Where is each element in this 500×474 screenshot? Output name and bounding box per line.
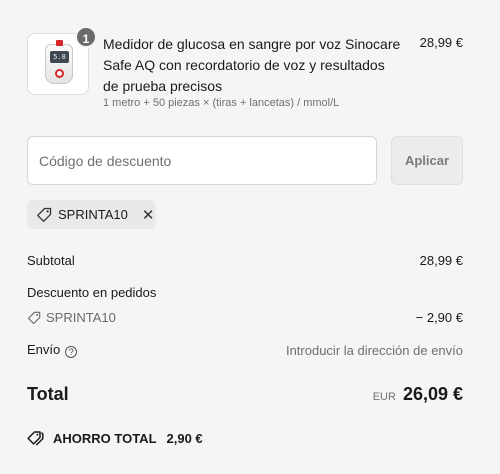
discount-code-label: SPRINTA10 bbox=[46, 310, 116, 325]
discount-code-input[interactable] bbox=[27, 136, 377, 185]
tag-icon bbox=[37, 207, 52, 222]
shipping-value: Introducir la dirección de envío bbox=[285, 342, 463, 358]
savings-value: 2,90 € bbox=[166, 430, 203, 446]
subtotal-row: Subtotal 28,99 € bbox=[27, 253, 463, 268]
discount-value: − 2,90 € bbox=[415, 310, 463, 325]
savings-label: AHORRO TOTAL bbox=[53, 430, 157, 446]
product-title: Medidor de glucosa en sangre por voz Sin… bbox=[103, 36, 401, 94]
meter-screen: 5.8 bbox=[50, 51, 69, 63]
order-discount-row: Descuento en pedidos bbox=[27, 285, 463, 300]
order-discount-label: Descuento en pedidos bbox=[27, 285, 157, 300]
applied-discount-chip: SPRINTA10 ✕ bbox=[27, 200, 156, 229]
shipping-row: Envío? Introducir la dirección de envío bbox=[27, 342, 463, 358]
tags-icon bbox=[27, 431, 44, 446]
subtotal-value: 28,99 € bbox=[419, 253, 463, 268]
total-amount: 26,09 € bbox=[402, 384, 463, 404]
subtotal-label: Subtotal bbox=[27, 253, 75, 268]
total-row: Total EUR 26,09 € bbox=[27, 384, 463, 405]
applied-discount-code: SPRINTA10 bbox=[58, 207, 128, 222]
tag-icon bbox=[27, 311, 41, 324]
product-price: 28,99 € bbox=[419, 35, 463, 50]
apply-discount-button[interactable]: Aplicar bbox=[391, 136, 463, 185]
glucose-meter-image: 5.8 bbox=[45, 40, 73, 84]
question-circle-icon[interactable]: ? bbox=[65, 346, 78, 358]
currency-code: EUR bbox=[372, 391, 396, 403]
shipping-label: Envío bbox=[27, 342, 61, 357]
close-icon[interactable]: ✕ bbox=[142, 206, 155, 224]
product-variant: 1 metro + 50 piezas × (tiras + lancetas)… bbox=[103, 97, 340, 109]
cart-line-item: 5.8 1 Medidor de glucosa en sangre por v… bbox=[27, 26, 463, 112]
quantity-badge: 1 bbox=[75, 26, 97, 48]
discount-code-row: SPRINTA10 − 2,90 € bbox=[27, 310, 463, 325]
total-label: Total bbox=[27, 384, 69, 404]
total-savings: AHORRO TOTAL 2,90 € bbox=[27, 430, 203, 446]
